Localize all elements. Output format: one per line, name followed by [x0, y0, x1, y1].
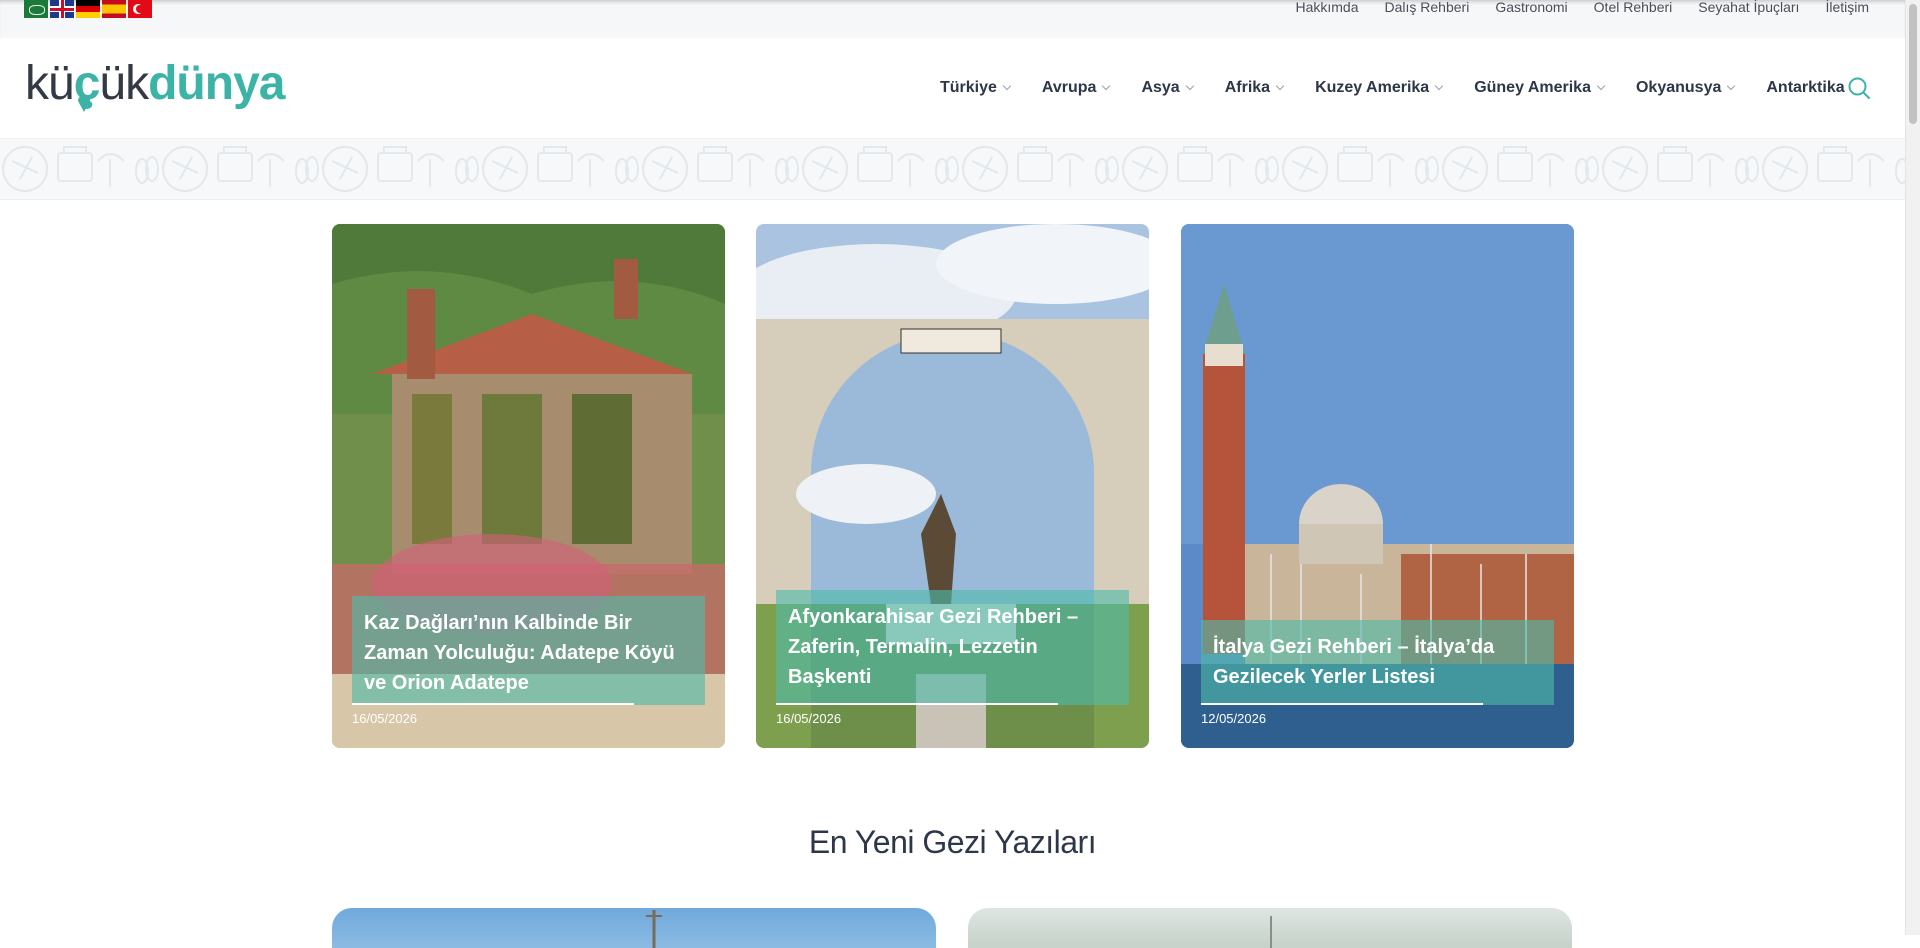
top-utility-bar: Hakkımda Dalış Rehberi Gastronomi Otel R…: [0, 0, 1905, 38]
nav-label: Asya: [1141, 79, 1180, 96]
chevron-down-icon: [1102, 81, 1111, 91]
featured-card-adatepe[interactable]: Kaz Dağları’nın Kalbinde Bir Zaman Yolcu…: [332, 224, 725, 748]
latest-post-image: [646, 910, 662, 948]
nav-item-avrupa[interactable]: Avrupa: [1041, 79, 1111, 97]
flag-english-icon[interactable]: [50, 0, 74, 18]
flag-arabic-icon[interactable]: [24, 0, 48, 18]
nav-label: Güney Amerika: [1474, 79, 1591, 96]
latest-post-card-2[interactable]: [968, 908, 1572, 948]
caption-underline: [1201, 703, 1483, 705]
chevron-down-icon: [1727, 81, 1736, 91]
page-scrollbar[interactable]: [1905, 0, 1920, 935]
nav-label: Antarktika: [1766, 79, 1845, 96]
site-header: küçükdünya Türkiye Avrupa Asya Afrika Ku…: [0, 38, 1905, 139]
card-title[interactable]: İtalya Gezi Rehberi – İtalya’da Gezilece…: [1213, 632, 1542, 692]
utility-link-diving[interactable]: Dalış Rehberi: [1384, 0, 1469, 16]
logo-text-uk: ük: [99, 57, 149, 110]
caption-underline: [776, 703, 1058, 705]
nav-item-turkiye[interactable]: Türkiye: [940, 79, 1012, 97]
card-title[interactable]: Afyonkarahisar Gezi Rehberi – Zaferin, T…: [788, 602, 1117, 692]
nav-label: Kuzey Amerika: [1315, 79, 1430, 96]
nav-item-guney-amerika[interactable]: Güney Amerika: [1474, 79, 1606, 97]
logo-text-dunya: dünya: [148, 57, 285, 110]
flag-turkish-icon[interactable]: [128, 0, 152, 18]
nav-label: Avrupa: [1041, 79, 1097, 96]
flag-spanish-icon[interactable]: [102, 0, 126, 18]
card-caption: İtalya Gezi Rehberi – İtalya’da Gezilece…: [1201, 620, 1554, 705]
site-logo[interactable]: küçükdünya: [25, 56, 285, 112]
nav-label: Okyanusya: [1635, 79, 1722, 96]
card-date: 16/05/2026: [776, 711, 842, 726]
utility-link-contact[interactable]: İletişim: [1825, 0, 1869, 16]
nav-item-okyanusya[interactable]: Okyanusya: [1635, 79, 1736, 97]
travel-pattern-banner: [0, 139, 1905, 200]
chevron-down-icon: [1002, 81, 1012, 91]
nav-item-antarktika[interactable]: Antarktika: [1766, 79, 1844, 97]
chevron-down-icon: [1596, 81, 1606, 91]
featured-card-italya[interactable]: İtalya Gezi Rehberi – İtalya’da Gezilece…: [1181, 224, 1574, 748]
chevron-down-icon: [1275, 81, 1285, 91]
card-caption: Kaz Dağları’nın Kalbinde Bir Zaman Yolcu…: [352, 596, 705, 705]
latest-post-image: [1270, 916, 1272, 948]
section-title-latest: En Yeni Gezi Yazıları: [808, 824, 1097, 860]
card-title[interactable]: Kaz Dağları’nın Kalbinde Bir Zaman Yolcu…: [364, 608, 693, 698]
search-icon[interactable]: [1847, 76, 1871, 100]
nav-item-asya[interactable]: Asya: [1141, 79, 1194, 97]
travel-doodle-icon: [0, 139, 1905, 199]
caption-underline: [352, 703, 634, 705]
featured-card-afyonkarahisar[interactable]: Afyonkarahisar Gezi Rehberi – Zaferin, T…: [756, 224, 1149, 748]
logo-text-ku: kü: [25, 57, 75, 110]
scrollbar-thumb[interactable]: [1909, 4, 1917, 124]
utility-link-hotels[interactable]: Otel Rehberi: [1594, 0, 1673, 16]
utility-link-tips[interactable]: Seyahat İpuçları: [1698, 0, 1799, 16]
utility-link-gastronomy[interactable]: Gastronomi: [1495, 0, 1567, 16]
chevron-down-icon: [1434, 81, 1444, 91]
nav-item-kuzey-amerika[interactable]: Kuzey Amerika: [1315, 79, 1444, 97]
card-date: 12/05/2026: [1201, 711, 1267, 726]
utility-links: Hakkımda Dalış Rehberi Gastronomi Otel R…: [1295, 0, 1869, 16]
logo-pin-icon: [78, 95, 90, 112]
language-switcher: [24, 0, 152, 18]
flag-german-icon[interactable]: [76, 0, 100, 18]
nav-label: Afrika: [1224, 79, 1271, 96]
latest-post-card-1[interactable]: [332, 908, 936, 948]
utility-link-about[interactable]: Hakkımda: [1295, 0, 1358, 16]
nav-label: Türkiye: [940, 79, 997, 96]
card-date: 16/05/2026: [352, 711, 418, 726]
card-caption: Afyonkarahisar Gezi Rehberi – Zaferin, T…: [776, 590, 1129, 705]
main-nav: Türkiye Avrupa Asya Afrika Kuzey Amerika…: [940, 38, 1877, 138]
chevron-down-icon: [1185, 81, 1194, 91]
nav-item-afrika[interactable]: Afrika: [1224, 79, 1285, 97]
